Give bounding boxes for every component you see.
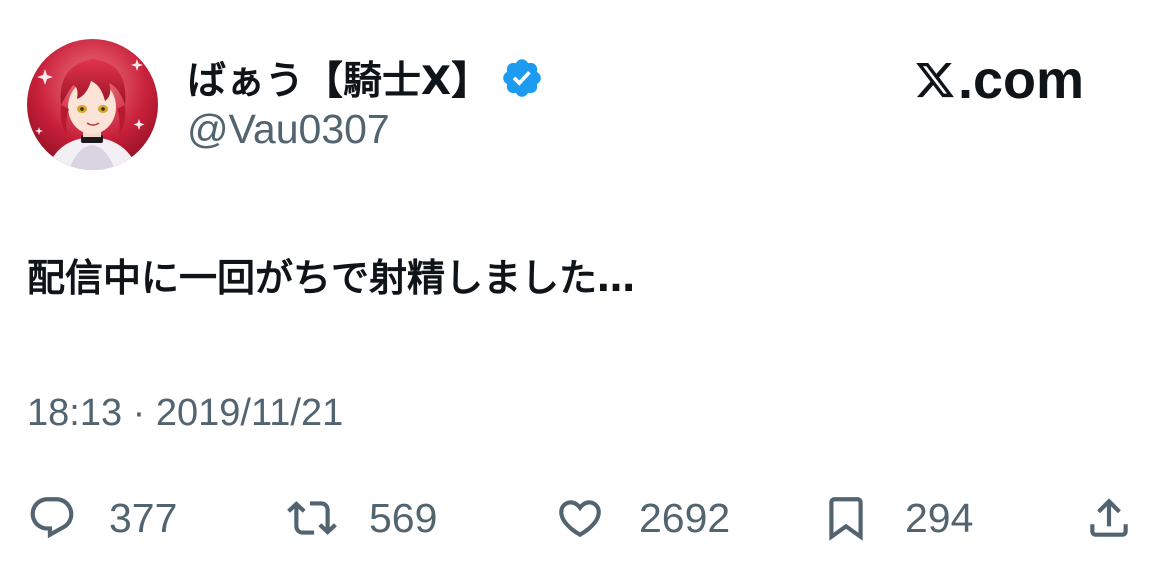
reply-icon bbox=[27, 493, 77, 543]
tweet-timestamp[interactable]: 18:13 · 2019/11/21 bbox=[27, 392, 343, 435]
share-button[interactable] bbox=[1084, 490, 1134, 546]
brand-logo: .com bbox=[914, 50, 1084, 110]
brand-domain-text: .com bbox=[958, 50, 1085, 110]
display-name-row: ばぁう【騎士X】 bbox=[187, 50, 544, 106]
like-button[interactable]: 2692 bbox=[555, 490, 730, 546]
bookmark-icon bbox=[821, 493, 871, 543]
share-icon bbox=[1084, 493, 1134, 543]
bookmark-count: 294 bbox=[905, 494, 974, 541]
repost-icon bbox=[287, 493, 337, 543]
like-count: 2692 bbox=[639, 494, 731, 541]
x-logo-icon bbox=[914, 59, 956, 101]
reply-count: 377 bbox=[109, 494, 178, 541]
display-name[interactable]: ばぁう【騎士X】 bbox=[187, 50, 490, 106]
tweet-text: 配信中に一回がちで射精しました… bbox=[27, 256, 636, 300]
repost-button[interactable]: 569 bbox=[287, 490, 437, 546]
repost-count: 569 bbox=[369, 494, 438, 541]
user-handle[interactable]: @Vau0307 bbox=[187, 106, 390, 153]
avatar[interactable] bbox=[27, 39, 158, 170]
reply-button[interactable]: 377 bbox=[27, 490, 177, 546]
verified-badge-icon bbox=[500, 56, 544, 100]
heart-icon bbox=[555, 493, 605, 543]
bookmark-button[interactable]: 294 bbox=[821, 490, 973, 546]
avatar-illustration bbox=[27, 39, 158, 170]
